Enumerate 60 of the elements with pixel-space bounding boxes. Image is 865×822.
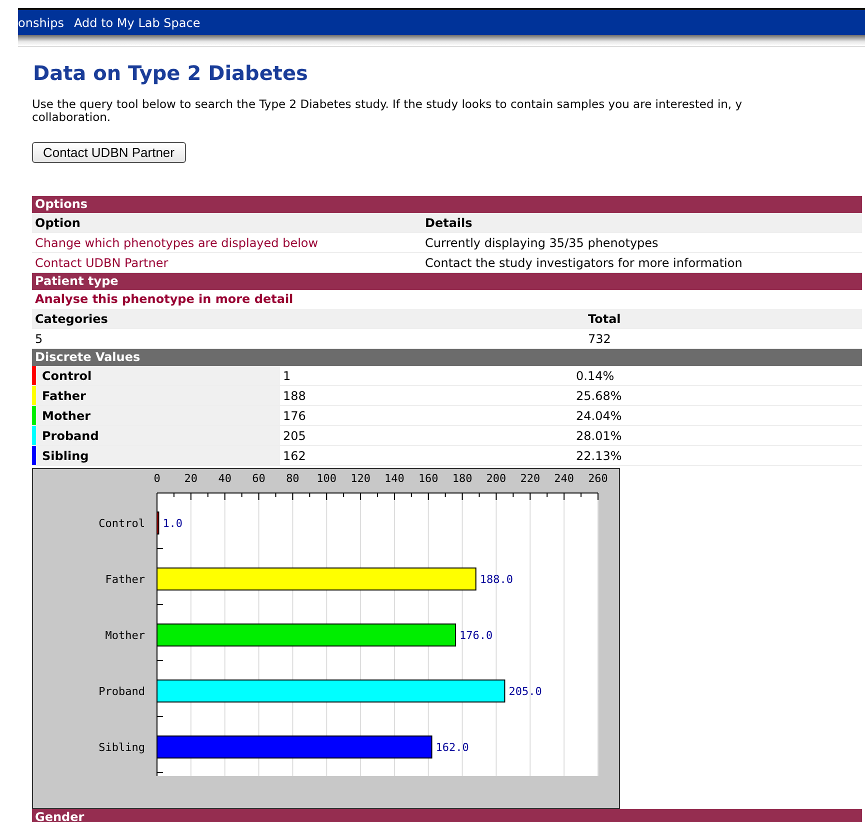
category-label: Control	[98, 517, 145, 530]
value-label: 1.0	[162, 517, 183, 530]
table-cell-text: 25.68%	[575, 388, 623, 402]
category-name: Father	[41, 388, 86, 402]
tick-label: 240	[554, 472, 574, 485]
table-cell-text: Contact the study investigators for more information	[424, 256, 744, 270]
option-link[interactable]: Contact UDBN Partner	[32, 256, 422, 270]
tick-label: 120	[350, 472, 370, 485]
section-header: Gender	[32, 809, 862, 822]
section-header: Options	[32, 196, 862, 213]
category-label: Father	[105, 573, 145, 586]
intro-text: Use the query tool below to search the Type 2 Diabetes study. If the study looks to contain samples you are interested in, y	[32, 98, 744, 111]
value-label: 205.0	[508, 685, 542, 698]
tick-label: 140	[384, 472, 404, 485]
table-cell-text: Currently displaying 35/35 phenotypes	[424, 236, 660, 250]
category-name: Control	[41, 368, 92, 382]
table-cell-text: 24.04%	[575, 408, 623, 422]
table-cell-text: 22.13%	[575, 448, 623, 462]
column-header: Details	[424, 216, 474, 230]
section-header: Patient type	[32, 273, 862, 290]
category-label: Proband	[98, 685, 145, 698]
category-label: Sibling	[98, 741, 145, 754]
value-label: 162.0	[436, 741, 469, 754]
analyse-link[interactable]: Analyse this phenotype in more detail	[32, 290, 862, 309]
table-cell-text: 188	[282, 388, 307, 402]
nav-link[interactable]: onships	[18, 16, 64, 30]
table-cell-text: 205	[282, 428, 307, 442]
nav-link[interactable]: Add to My Lab Space	[74, 16, 200, 30]
tick-label: 40	[218, 472, 232, 485]
intro-text: collaboration.	[32, 111, 111, 124]
contact-button[interactable]: Contact UDBN Partner	[32, 142, 186, 163]
table-cell-text: 28.01%	[575, 428, 623, 442]
tick-label: 180	[452, 472, 472, 485]
table-cell-text: 5	[34, 332, 44, 346]
category-name: Proband	[41, 428, 99, 442]
tick-label: 200	[486, 472, 506, 485]
value-label: 188.0	[480, 573, 513, 586]
tick-label: 220	[520, 472, 540, 485]
option-link[interactable]: Change which phenotypes are displayed below	[32, 236, 422, 250]
category-name: Mother	[41, 408, 91, 422]
column-header: Categories	[34, 312, 109, 326]
column-header: Option	[34, 216, 82, 230]
category-name: Sibling	[41, 448, 89, 462]
value-label: 176.0	[460, 629, 493, 642]
table-cell-text: 176	[282, 408, 307, 422]
tick-label: 0	[154, 472, 160, 485]
tick-label: 60	[252, 472, 266, 485]
table-cell-text: 732	[587, 332, 612, 346]
column-header: Total	[587, 312, 622, 326]
tick-label: 80	[286, 472, 300, 485]
table-cell-text: 0.14%	[575, 368, 616, 382]
section-header: Discrete Values	[32, 349, 862, 366]
category-label: Mother	[105, 629, 145, 642]
tick-label: 160	[418, 472, 438, 485]
page-title: Data on Type 2 Diabetes	[33, 61, 309, 85]
table-cell-text: 162	[282, 448, 307, 462]
tick-label: 20	[184, 472, 198, 485]
tick-label: 260	[588, 472, 608, 485]
table-cell-text: 1	[282, 368, 292, 382]
tick-label: 100	[316, 472, 337, 485]
